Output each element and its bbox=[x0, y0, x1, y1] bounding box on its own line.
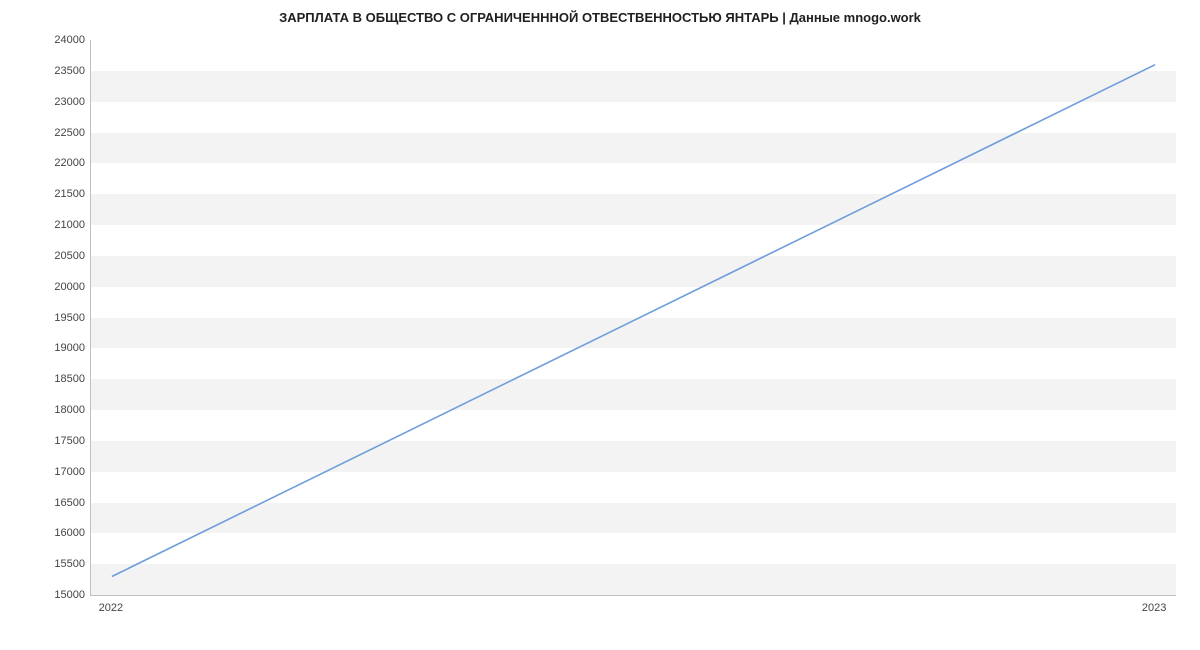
line-series bbox=[91, 40, 1176, 595]
y-tick-label: 22500 bbox=[25, 127, 85, 139]
line-chart: ЗАРПЛАТА В ОБЩЕСТВО С ОГРАНИЧЕНННОЙ ОТВЕ… bbox=[0, 0, 1200, 650]
y-tick-label: 23500 bbox=[25, 65, 85, 77]
y-tick-label: 18000 bbox=[25, 404, 85, 416]
y-tick-label: 18500 bbox=[25, 373, 85, 385]
y-tick-label: 20000 bbox=[25, 281, 85, 293]
chart-title: ЗАРПЛАТА В ОБЩЕСТВО С ОГРАНИЧЕНННОЙ ОТВЕ… bbox=[0, 10, 1200, 25]
series-line bbox=[112, 65, 1155, 577]
y-tick-label: 21000 bbox=[25, 219, 85, 231]
x-tick-label: 2022 bbox=[99, 602, 123, 614]
x-tick-label: 2023 bbox=[1142, 602, 1166, 614]
y-tick-label: 16500 bbox=[25, 497, 85, 509]
y-tick-label: 19000 bbox=[25, 342, 85, 354]
y-tick-label: 21500 bbox=[25, 188, 85, 200]
plot-area bbox=[90, 40, 1176, 596]
y-tick-label: 15500 bbox=[25, 558, 85, 570]
y-tick-label: 17000 bbox=[25, 466, 85, 478]
y-tick-label: 20500 bbox=[25, 250, 85, 262]
y-tick-label: 16000 bbox=[25, 527, 85, 539]
y-tick-label: 24000 bbox=[25, 34, 85, 46]
y-tick-label: 22000 bbox=[25, 157, 85, 169]
y-tick-label: 15000 bbox=[25, 589, 85, 601]
y-tick-label: 17500 bbox=[25, 435, 85, 447]
y-tick-label: 19500 bbox=[25, 312, 85, 324]
y-tick-label: 23000 bbox=[25, 96, 85, 108]
